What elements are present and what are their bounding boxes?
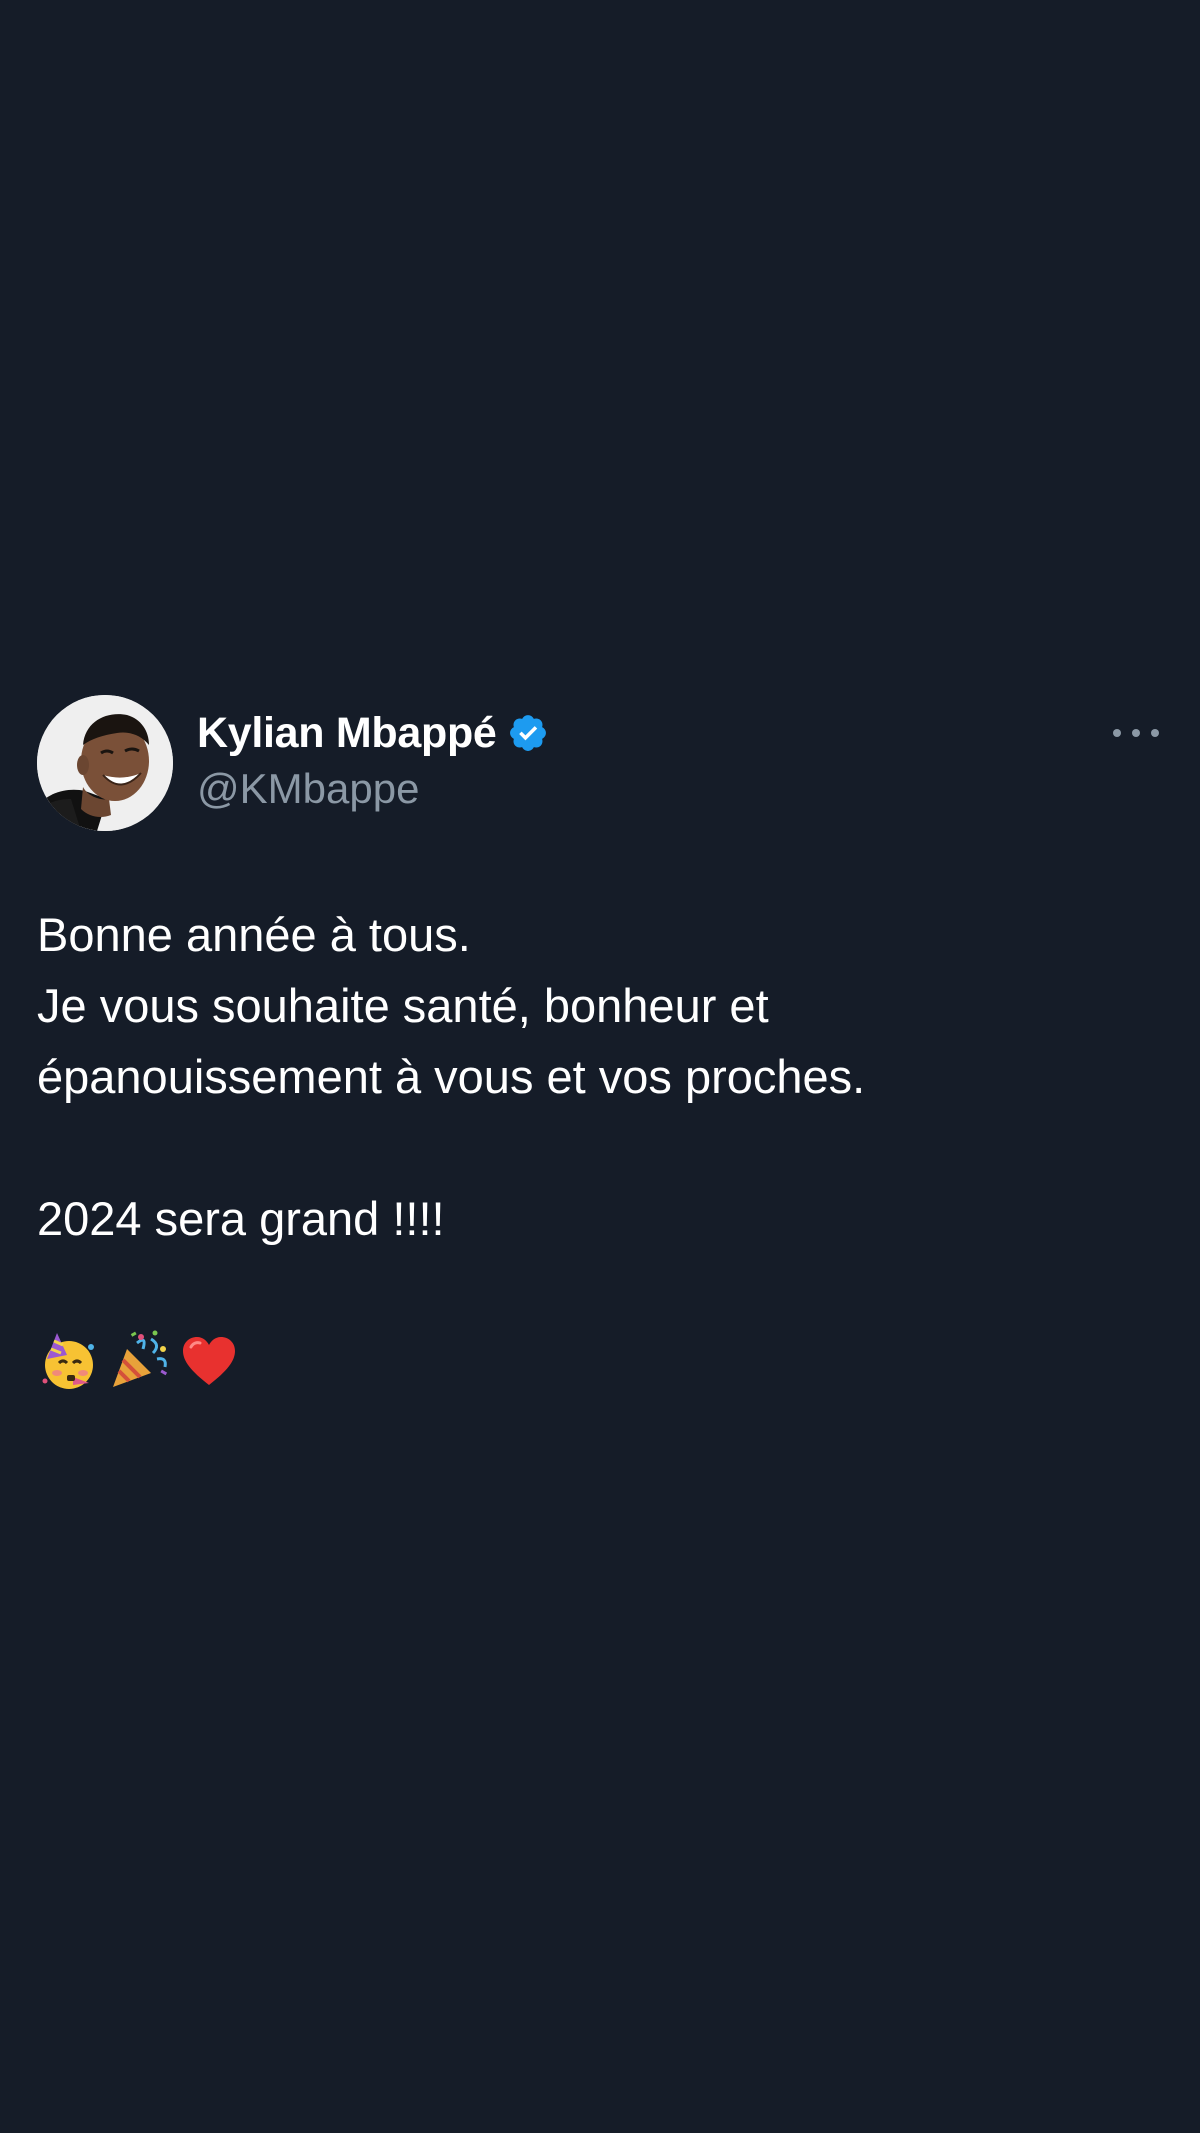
party-popper-emoji — [113, 1330, 168, 1387]
author-names: Kylian Mbappé @KMbappe — [197, 707, 549, 815]
tweet-text: Bonne année à tous. Je vous souhaite san… — [37, 899, 1163, 1396]
handle[interactable]: @KMbappe — [197, 763, 549, 815]
red-heart-emoji — [183, 1336, 235, 1385]
emoji-row — [37, 1325, 1163, 1396]
tweet-line: Je vous souhaite santé, bonheur et — [37, 979, 769, 1032]
partying-face-emoji — [42, 1332, 94, 1389]
tweet-line — [37, 1254, 1163, 1325]
tweet-header: Kylian Mbappé @KMbappe — [37, 695, 1163, 831]
tweet[interactable]: Kylian Mbappé @KMbappe Bonne année à tou… — [37, 695, 1163, 1396]
tweet-line: épanouissement à vous et vos proches. — [37, 1050, 866, 1103]
more-dot — [1132, 729, 1140, 737]
tweet-line: Bonne année à tous. — [37, 908, 471, 961]
more-dot — [1151, 729, 1159, 737]
avatar[interactable] — [37, 695, 173, 831]
display-name-row: Kylian Mbappé — [197, 707, 549, 759]
verified-badge-icon[interactable] — [507, 712, 549, 754]
avatar-photo — [37, 695, 173, 831]
more-dot — [1113, 729, 1121, 737]
tweet-line: 2024 sera grand !!!! — [37, 1192, 445, 1245]
tweet-line — [37, 1112, 1163, 1183]
more-horizontal-icon[interactable] — [1113, 723, 1159, 743]
display-name[interactable]: Kylian Mbappé — [197, 707, 497, 759]
